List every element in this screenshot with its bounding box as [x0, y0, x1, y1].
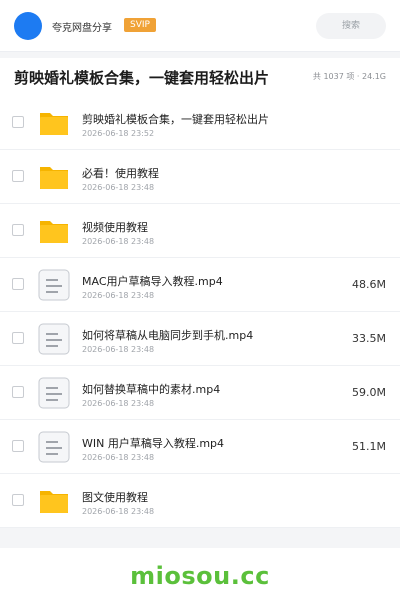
document-icon: [38, 377, 70, 409]
file-date: 2026-06-18 23:48: [82, 183, 155, 192]
file-row[interactable]: 剪映婚礼模板合集，一键套用轻松出片 2026-06-18 23:52: [0, 96, 400, 150]
file-name[interactable]: MAC用户草稿导入教程.mp4: [82, 273, 223, 289]
folder-icon: [38, 107, 70, 139]
file-row[interactable]: 视频使用教程 2026-06-18 23:48: [0, 204, 400, 258]
username: 夸克网盘分享: [52, 23, 112, 34]
file-date: 2026-06-18 23:48: [82, 507, 155, 516]
file-name[interactable]: 视频使用教程: [82, 219, 148, 235]
file-name[interactable]: 剪映婚礼模板合集，一键套用轻松出片: [82, 111, 269, 127]
file-name[interactable]: 图文使用教程: [82, 489, 148, 505]
file-row[interactable]: 如何替换草稿中的素材.mp4 2026-06-18 23:48 59.0M: [0, 366, 400, 420]
document-icon: [38, 269, 70, 301]
file-date: 2026-06-18 23:48: [82, 345, 155, 354]
file-row[interactable]: MAC用户草稿导入教程.mp4 2026-06-18 23:48 48.6M: [0, 258, 400, 312]
row-checkbox[interactable]: [12, 116, 24, 128]
file-name[interactable]: WIN 用户草稿导入教程.mp4: [82, 435, 224, 451]
file-date: 2026-06-18 23:48: [82, 237, 155, 246]
top-bar: 夸克网盘分享 SVIP 搜索: [0, 0, 400, 52]
document-icon: [38, 323, 70, 355]
file-date: 2026-06-18 23:48: [82, 453, 155, 462]
row-checkbox[interactable]: [12, 332, 24, 344]
folder-icon: [38, 485, 70, 517]
share-title-bar: 剪映婚礼模板合集，一键套用轻松出片 共 1037 项 · 24.1G: [0, 58, 400, 96]
row-checkbox[interactable]: [12, 386, 24, 398]
page-title: 剪映婚礼模板合集，一键套用轻松出片: [14, 69, 270, 87]
search-button[interactable]: 搜索: [316, 13, 386, 39]
row-checkbox[interactable]: [12, 440, 24, 452]
file-name[interactable]: 如何替换草稿中的素材.mp4: [82, 381, 220, 397]
file-date: 2026-06-18 23:52: [82, 129, 155, 138]
file-date: 2026-06-18 23:48: [82, 291, 155, 300]
file-date: 2026-06-18 23:48: [82, 399, 155, 408]
file-size: 51.1M: [352, 440, 386, 453]
file-size: 48.6M: [352, 278, 386, 291]
watermark: miosou.cc: [130, 562, 270, 590]
file-row[interactable]: WIN 用户草稿导入教程.mp4 2026-06-18 23:48 51.1M: [0, 420, 400, 474]
file-size: 33.5M: [352, 332, 386, 345]
row-checkbox[interactable]: [12, 494, 24, 506]
file-row[interactable]: 图文使用教程 2026-06-18 23:48: [0, 474, 400, 528]
row-checkbox[interactable]: [12, 278, 24, 290]
svip-badge: SVIP: [124, 18, 156, 32]
row-checkbox[interactable]: [12, 224, 24, 236]
avatar[interactable]: [14, 12, 42, 40]
file-row[interactable]: 如何将草稿从电脑同步到手机.mp4 2026-06-18 23:48 33.5M: [0, 312, 400, 366]
file-size: 59.0M: [352, 386, 386, 399]
document-icon: [38, 431, 70, 463]
file-row[interactable]: 必看！使用教程 2026-06-18 23:48: [0, 150, 400, 204]
file-name[interactable]: 如何将草稿从电脑同步到手机.mp4: [82, 327, 253, 343]
footer: miosou.cc: [0, 548, 400, 600]
folder-icon: [38, 215, 70, 247]
share-meta: 共 1037 项 · 24.1G: [312, 72, 386, 81]
file-name[interactable]: 必看！使用教程: [82, 165, 159, 181]
folder-icon: [38, 161, 70, 193]
row-checkbox[interactable]: [12, 170, 24, 182]
file-list: 剪映婚礼模板合集，一键套用轻松出片 2026-06-18 23:52 必看！使用教程…: [0, 96, 400, 528]
